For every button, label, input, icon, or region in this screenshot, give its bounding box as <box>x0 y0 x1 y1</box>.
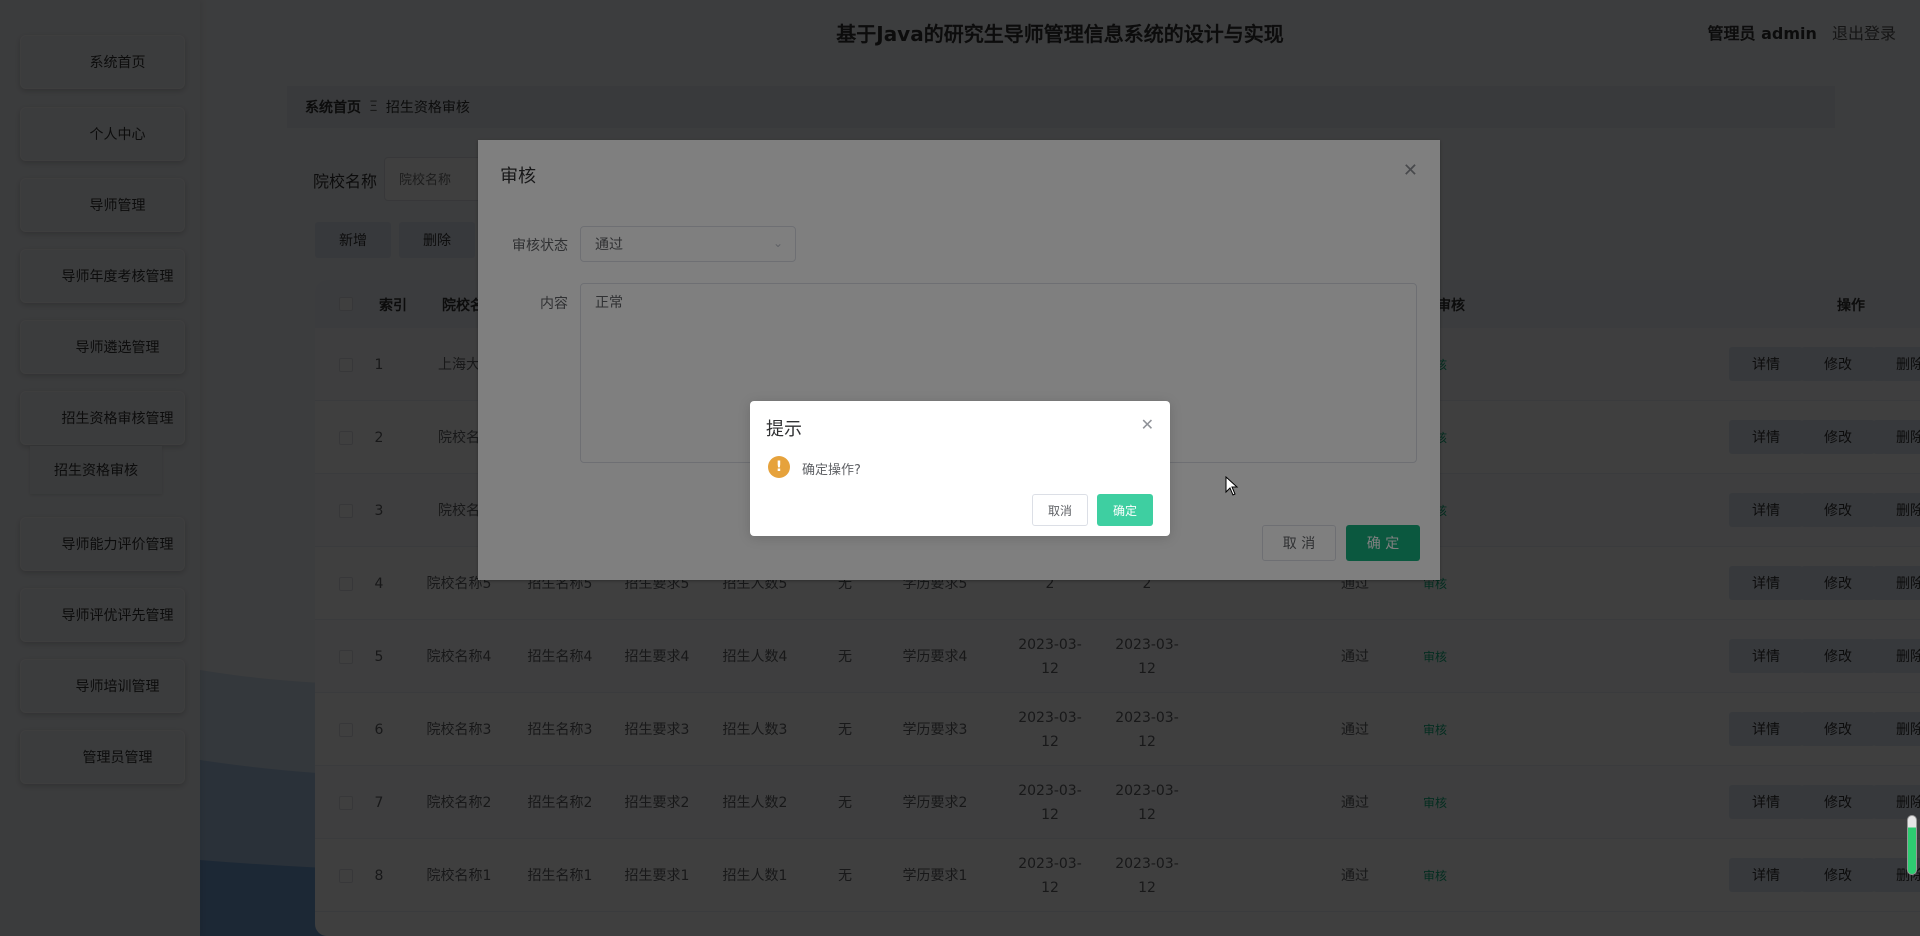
confirm-cancel-button[interactable]: 取消 <box>1032 494 1088 526</box>
confirm-title: 提示 <box>766 419 802 440</box>
confirm-ok-button[interactable]: 确定 <box>1097 494 1153 526</box>
scroll-indicator[interactable] <box>1907 815 1917 875</box>
confirm-message: 确定操作? <box>802 463 861 478</box>
close-icon[interactable]: ✕ <box>1141 415 1154 434</box>
warning-icon: ! <box>768 456 790 478</box>
mouse-cursor-icon <box>1225 476 1239 496</box>
confirm-messagebox: 提示 ✕ ! 确定操作? 取消 确定 <box>750 401 1170 536</box>
